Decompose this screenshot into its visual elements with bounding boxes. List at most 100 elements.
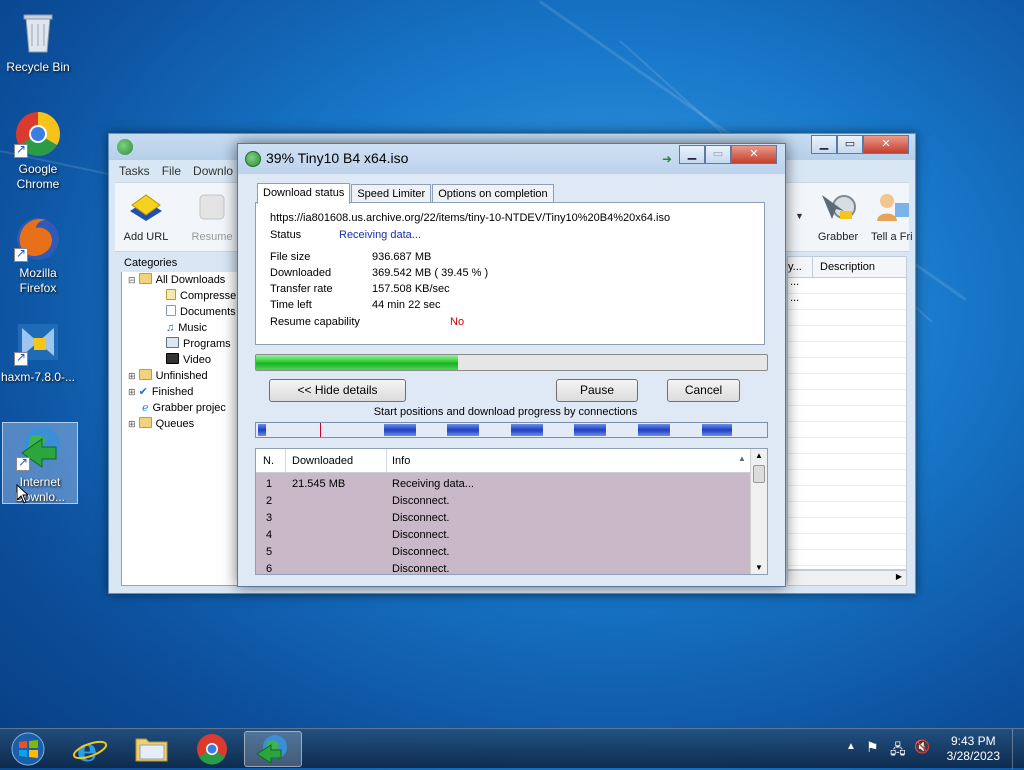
column-header-n[interactable]: N.: [263, 455, 274, 467]
connection-info: Disconnect.: [392, 546, 450, 558]
column-header-partial[interactable]: y...: [788, 261, 802, 273]
close-button[interactable]: ✕: [863, 135, 909, 154]
add-url-label: Add URL: [123, 231, 169, 243]
scroll-thumb[interactable]: [753, 465, 765, 483]
volume-muted-icon[interactable]: 🔇: [914, 739, 930, 755]
scroll-up-arrow-icon[interactable]: ▲: [755, 451, 763, 460]
idm-app-icon: [117, 139, 133, 155]
categories-tree: ⊟ All Downloads Compresse Documents ♫ Mus…: [121, 272, 241, 586]
dialog-titlebar[interactable]: 39% Tiny10 B4 x64.iso ➜ ▁ ▭ ✕: [238, 144, 785, 174]
shortcut-arrow-icon: [14, 142, 28, 158]
scroll-right-arrow-icon[interactable]: ▶: [896, 572, 902, 581]
status-value: Receiving data...: [339, 229, 421, 241]
dialog-tabs: Download status Speed Limiter Options on…: [257, 183, 555, 204]
desktop-icon-recycle-bin[interactable]: Recycle Bin: [0, 8, 76, 75]
resume-button[interactable]: Resume: [181, 189, 243, 243]
tree-item-all-downloads[interactable]: ⊟ All Downloads: [122, 272, 240, 288]
show-hidden-icons-arrow[interactable]: ▲: [846, 741, 856, 752]
tree-item-programs[interactable]: Programs: [122, 336, 240, 352]
tell-a-friend-button[interactable]: Tell a Fri: [867, 189, 915, 243]
pin-arrow-icon[interactable]: ➜: [662, 152, 672, 166]
taskbar-internet-explorer[interactable]: e: [61, 731, 119, 769]
network-icon[interactable]: 🖧: [890, 739, 906, 763]
connection-number: 5: [266, 546, 273, 558]
tab-options-on-completion[interactable]: Options on completion: [432, 184, 554, 204]
taskbar-clock[interactable]: 9:43 PM 3/28/2023: [947, 734, 1000, 764]
folder-open-icon: [138, 273, 152, 284]
tree-item-music[interactable]: ♫ Music: [122, 320, 240, 336]
desktop-icon-google-chrome[interactable]: Google Chrome: [0, 110, 76, 192]
show-desktop-button[interactable]: [1012, 729, 1024, 769]
toolbar-dropdown-arrow-icon[interactable]: ▼: [795, 211, 804, 221]
dialog-maximize-button[interactable]: ▭: [705, 145, 731, 164]
connection-segment: [702, 424, 732, 436]
grabber-button[interactable]: Grabber: [807, 189, 869, 243]
connection-number: 6: [266, 563, 273, 575]
tree-item-video[interactable]: Video: [122, 352, 240, 368]
connections-table-header: N. Downloaded Info ▲: [256, 449, 750, 473]
tree-item-compressed[interactable]: Compresse: [122, 288, 240, 304]
connection-segment: [511, 424, 543, 436]
desktop-icon-mozilla-firefox[interactable]: Mozilla Firefox: [0, 214, 76, 296]
start-button[interactable]: [2, 731, 54, 767]
connection-segment: [574, 424, 606, 436]
file-size-value: 936.687 MB: [372, 251, 432, 263]
menu-downloads[interactable]: Downlo: [189, 162, 237, 180]
connection-start-marker: [320, 423, 321, 437]
resume-capability-label: Resume capability: [270, 316, 360, 328]
pause-button[interactable]: Pause: [556, 379, 638, 402]
desktop-icon-internet-download-manager[interactable]: Internet Downlo...: [2, 422, 78, 504]
hide-details-button[interactable]: << Hide details: [269, 379, 406, 402]
file-size-label: File size: [270, 251, 311, 263]
resume-capability-value: No: [450, 316, 465, 328]
tree-item-queues[interactable]: ⊞ Queues: [122, 416, 240, 432]
minimize-button[interactable]: ▁: [811, 135, 837, 154]
add-url-button[interactable]: Add URL: [115, 189, 177, 243]
connections-table[interactable]: N. Downloaded Info ▲ 1 21.545 MB Receiving…: [255, 448, 768, 575]
menu-file[interactable]: File: [158, 162, 185, 180]
idm-icon: [16, 423, 64, 471]
column-header-info[interactable]: Info: [392, 455, 410, 467]
tab-speed-limiter[interactable]: Speed Limiter: [351, 184, 432, 204]
downloaded-value: 369.542 MB ( 39.45 % ): [372, 267, 489, 279]
action-center-flag-icon[interactable]: ⚑: [866, 739, 879, 756]
resume-label: Resume: [191, 231, 233, 243]
taskbar-file-explorer[interactable]: [122, 731, 180, 767]
dialog-close-button[interactable]: ✕: [731, 145, 777, 164]
menu-tasks[interactable]: Tasks: [115, 162, 154, 180]
tree-item-unfinished[interactable]: ⊞ Unfinished: [122, 368, 240, 384]
status-label: Status: [270, 229, 302, 241]
dialog-minimize-button[interactable]: ▁: [679, 145, 705, 164]
connections-table-scrollbar[interactable]: ▲ ▼: [750, 449, 767, 574]
tell-a-friend-label: Tell a Fri: [871, 231, 913, 243]
tree-item-grabber-projects[interactable]: ℯ Grabber projec: [122, 400, 240, 416]
video-film-icon: [166, 353, 179, 364]
music-note-icon: ♫: [166, 322, 175, 334]
connection-segment: [258, 424, 266, 436]
download-progress-dialog[interactable]: 39% Tiny10 B4 x64.iso ➜ ▁ ▭ ✕ Download s…: [237, 143, 786, 587]
grabber-globe-icon: ℯ: [142, 402, 149, 414]
column-header-downloaded[interactable]: Downloaded: [292, 455, 353, 467]
tree-item-documents[interactable]: Documents: [122, 304, 240, 320]
unfinished-folder-icon: [138, 369, 152, 380]
scroll-down-arrow-icon[interactable]: ▼: [755, 563, 763, 572]
download-list[interactable]: ... ...: [787, 276, 907, 570]
maximize-button[interactable]: ▭: [837, 135, 863, 154]
download-url: https://ia801608.us.archive.org/22/items…: [270, 212, 671, 224]
shortcut-arrow-icon: [14, 350, 28, 366]
desktop-icon-haxm-installer[interactable]: haxm-7.8.0-...: [0, 318, 76, 385]
time-left-label: Time left: [270, 299, 312, 311]
connection-number: 4: [266, 529, 273, 541]
tree-item-finished[interactable]: ⊞ ✔ Finished: [122, 384, 240, 400]
horizontal-scrollbar[interactable]: ▶: [787, 570, 907, 586]
clock-time: 9:43 PM: [950, 734, 996, 748]
taskbar-google-chrome[interactable]: [183, 731, 241, 767]
tab-download-status[interactable]: Download status: [257, 183, 351, 204]
column-header-description[interactable]: Description: [820, 261, 875, 273]
archive-icon: [166, 289, 176, 300]
taskbar-internet-download-manager[interactable]: [244, 731, 302, 767]
taskbar: e ▲ ⚑ 🖧 🔇 9:43 PM 3/28/2023: [0, 728, 1024, 769]
clock-date: 3/28/2023: [946, 749, 1000, 763]
recycle-bin-icon: [14, 8, 62, 56]
cancel-button[interactable]: Cancel: [667, 379, 740, 402]
